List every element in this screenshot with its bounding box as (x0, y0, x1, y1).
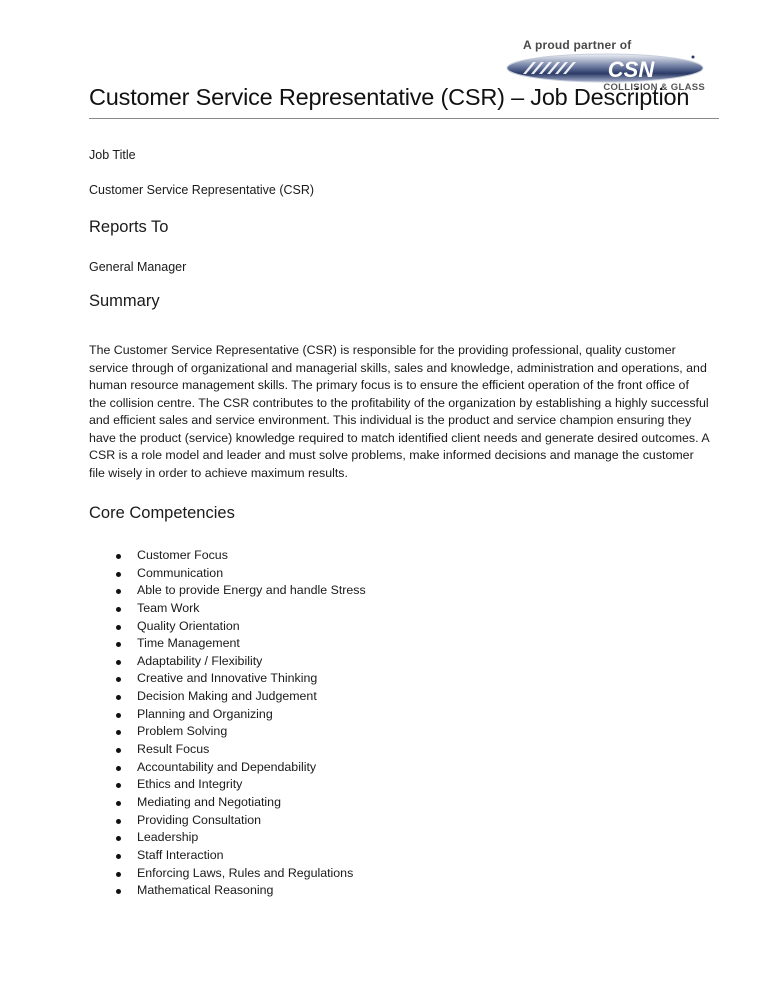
list-item: Enforcing Laws, Rules and Regulations (89, 865, 366, 883)
list-item: Mathematical Reasoning (89, 882, 366, 900)
list-item: Customer Focus (89, 547, 366, 565)
competencies-heading: Core Competencies (89, 504, 235, 522)
bullet-icon (116, 889, 121, 895)
bullet-icon (116, 589, 121, 595)
list-item: Creative and Innovative Thinking (89, 670, 366, 688)
bullet-icon (116, 606, 121, 612)
competency-label: Ethics and Integrity (137, 777, 243, 792)
competencies-list: Customer Focus Communication Able to provi… (89, 547, 366, 900)
summary-heading: Summary (89, 292, 160, 310)
list-item: Staff Interaction (89, 847, 366, 865)
competency-label: Problem Solving (137, 724, 228, 739)
logo-tagline: A proud partner of (523, 38, 632, 52)
csn-badge-icon: CSN (506, 53, 704, 83)
bullet-icon (116, 695, 121, 701)
competency-label: Quality Orientation (137, 618, 240, 633)
bullet-icon (116, 836, 121, 842)
bullet-icon (116, 712, 121, 718)
list-item: Time Management (89, 635, 366, 653)
list-item: Problem Solving (89, 723, 366, 741)
job-title-value: Customer Service Representative (CSR) (89, 183, 315, 197)
bullet-icon (116, 765, 121, 771)
bullet-icon (116, 571, 121, 577)
bullet-icon (116, 818, 121, 824)
competency-label: Planning and Organizing (137, 706, 273, 721)
competency-label: Staff Interaction (137, 847, 224, 862)
list-item: Communication (89, 565, 366, 583)
competency-label: Communication (137, 565, 224, 580)
list-item: Quality Orientation (89, 618, 366, 636)
bullet-icon (116, 748, 121, 754)
competency-label: Creative and Innovative Thinking (137, 671, 318, 686)
list-item: Team Work (89, 600, 366, 618)
list-item: Ethics and Integrity (89, 776, 366, 794)
list-item: Leadership (89, 829, 366, 847)
job-title-label: Job Title (89, 148, 136, 162)
list-item: Result Focus (89, 741, 366, 759)
competency-label: Accountability and Dependability (137, 759, 317, 774)
competency-label: Customer Focus (137, 548, 228, 562)
list-item: Providing Consultation (89, 812, 366, 830)
bullet-icon (116, 642, 121, 648)
bullet-icon (116, 783, 121, 789)
bullet-icon (116, 730, 121, 736)
bullet-icon (116, 800, 121, 806)
competency-label: Providing Consultation (137, 812, 261, 827)
bullet-icon (116, 659, 121, 665)
bullet-icon (116, 871, 121, 877)
list-item: Accountability and Dependability (89, 759, 366, 777)
bullet-icon (116, 853, 121, 859)
bullet-icon (116, 677, 121, 683)
competency-label: Able to provide Energy and handle Stress (137, 583, 366, 598)
competency-label: Enforcing Laws, Rules and Regulations (137, 865, 354, 880)
competency-label: Team Work (137, 600, 200, 615)
reports-to-heading: Reports To (89, 218, 169, 236)
reports-to-value: General Manager (89, 260, 187, 274)
competency-label: Mathematical Reasoning (137, 883, 274, 898)
competency-label: Leadership (137, 830, 199, 845)
list-item: Adaptability / Flexibility (89, 653, 366, 671)
competency-label: Result Focus (137, 742, 210, 757)
list-item: Mediating and Negotiating (89, 794, 366, 812)
competency-label: Mediating and Negotiating (137, 794, 281, 809)
logo-brand: CSN (608, 57, 656, 82)
competency-label: Decision Making and Judgement (137, 689, 317, 704)
bullet-icon (116, 624, 121, 630)
competency-label: Time Management (137, 636, 240, 651)
document-title: Customer Service Representative (CSR) – … (89, 84, 690, 110)
bullet-icon (116, 554, 121, 559)
list-item: Decision Making and Judgement (89, 688, 366, 706)
list-item: Able to provide Energy and handle Stress (89, 582, 366, 600)
title-divider (89, 118, 719, 119)
list-item: Planning and Organizing (89, 706, 366, 724)
competency-label: Adaptability / Flexibility (137, 653, 263, 668)
summary-paragraph: The Customer Service Representative (CSR… (89, 343, 709, 480)
